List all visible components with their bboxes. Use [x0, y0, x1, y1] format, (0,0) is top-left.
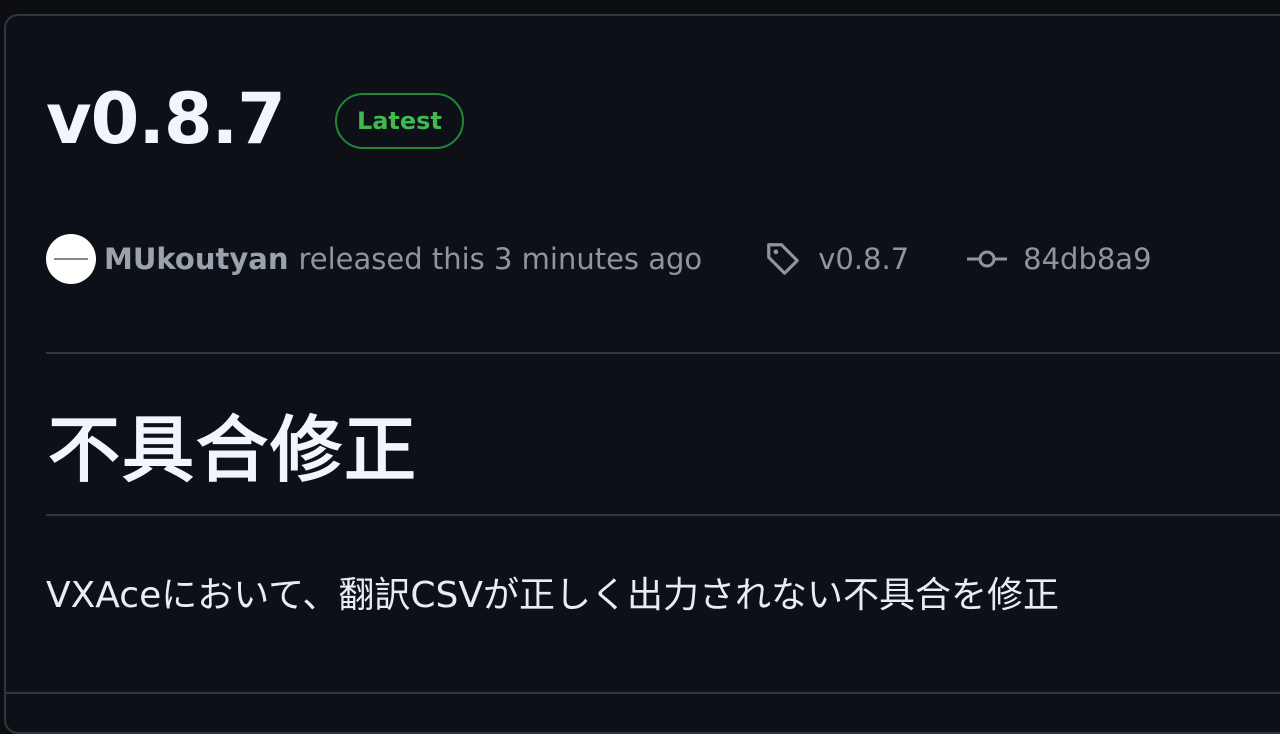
released-time-text: released this 3 minutes ago: [298, 242, 703, 276]
tag-link[interactable]: v0.8.7: [764, 240, 909, 278]
release-header: v0.8.7 Latest: [46, 84, 464, 154]
divider: [6, 692, 1280, 694]
divider: [46, 514, 1280, 516]
release-title[interactable]: v0.8.7: [46, 84, 286, 154]
author-link[interactable]: MUkoutyan: [104, 242, 288, 276]
tag-label: v0.8.7: [818, 242, 910, 276]
commit-label: 84db8a9: [1023, 242, 1152, 276]
release-meta: MUkoutyan released this 3 minutes ago v0…: [46, 234, 1152, 284]
tag-icon: [767, 243, 800, 275]
notes-body: VXAceにおいて、翻訳CSVが正しく出力されない不具合を修正: [46, 575, 1059, 616]
divider: [46, 352, 1280, 354]
latest-badge: Latest: [334, 93, 464, 149]
git-commit-icon: [967, 250, 1008, 268]
avatar[interactable]: [46, 234, 96, 284]
release-card: v0.8.7 Latest MUkoutyan released this 3 …: [4, 14, 1280, 734]
notes-heading: 不具合修正: [48, 408, 419, 492]
commit-link[interactable]: 84db8a9: [967, 242, 1152, 276]
